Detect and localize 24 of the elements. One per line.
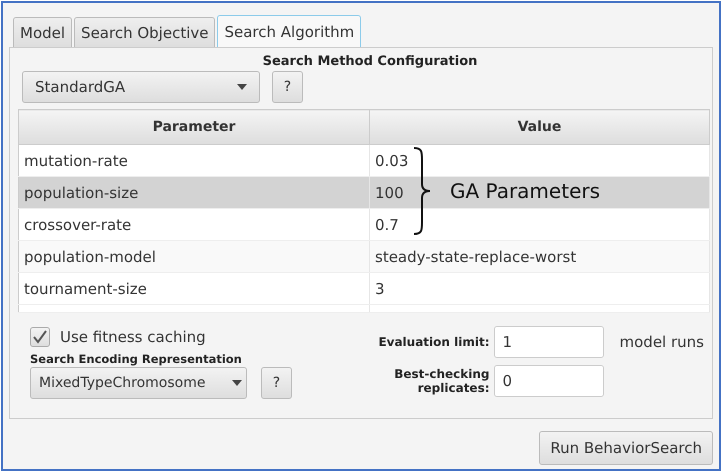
table-cell[interactable]: population-model xyxy=(18,240,370,272)
dropdown[interactable]: StandardGA xyxy=(22,71,260,103)
table-cell[interactable]: steady-state-replace-worst xyxy=(370,240,710,272)
section-title: Search Encoding Representation xyxy=(30,352,243,366)
table-cell[interactable]: 3 xyxy=(370,272,710,304)
annotation-label: GA Parameters xyxy=(450,179,600,203)
field-label: Evaluation limit: xyxy=(377,334,490,348)
help-button[interactable]: ? xyxy=(261,367,292,399)
tab[interactable]: Model xyxy=(13,17,72,47)
input-field[interactable]: 1 xyxy=(494,326,604,358)
tab[interactable]: Search Objective xyxy=(74,17,216,47)
dropdown[interactable]: MixedTypeChromosome xyxy=(30,367,247,399)
help-button[interactable]: ? xyxy=(272,71,303,103)
unit-label: model runs xyxy=(620,332,704,350)
run-button[interactable]: Run BehaviorSearch xyxy=(539,431,713,465)
tab[interactable]: Search Algorithm xyxy=(217,15,362,47)
column-header[interactable]: Value xyxy=(370,110,710,144)
field-label: Best-checking replicates: xyxy=(393,366,490,394)
section-title: Search Method Configuration xyxy=(262,54,478,69)
column-header[interactable]: Parameter xyxy=(18,110,370,144)
checkbox-label: Use fitness caching xyxy=(60,328,206,346)
table-cell[interactable]: population-size xyxy=(18,176,370,208)
table-cell[interactable]: tournament-size xyxy=(18,272,370,304)
input-field[interactable]: 0 xyxy=(494,364,604,396)
